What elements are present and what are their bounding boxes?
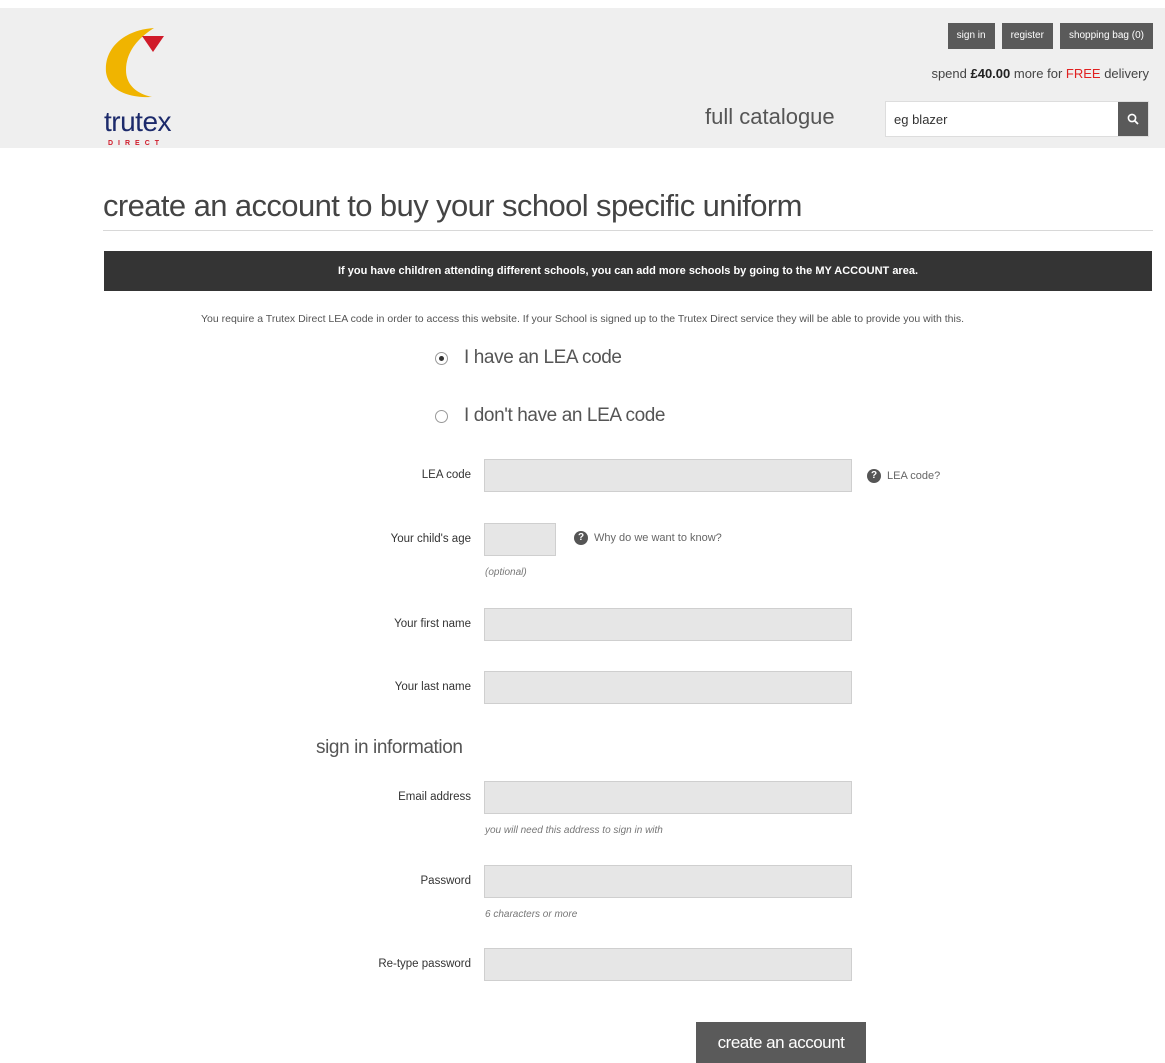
free-delivery-message: spend £40.00 more for FREE delivery [931,66,1149,81]
retype-password-label: Re-type password [378,958,471,970]
child-age-hint: (optional) [485,567,527,578]
site-header: trutex DIRECT sign in register shopping … [0,8,1165,148]
search-button[interactable] [1118,102,1148,136]
child-age-help-link[interactable]: ? Why do we want to know? [574,531,722,545]
search-icon [1127,113,1139,125]
email-hint: you will need this address to sign in wi… [485,825,663,836]
delivery-suffix: delivery [1104,66,1149,81]
password-label: Password [420,875,472,887]
logo-swoosh-icon [105,28,164,98]
option-label: I have an LEA code [464,347,622,368]
search-input[interactable] [886,102,1118,136]
page-title: create an account to buy your school spe… [103,188,802,223]
lea-code-notice: You require a Trutex Direct LEA code in … [201,313,964,325]
radio-have-lea-code[interactable] [435,351,448,365]
question-icon: ? [574,531,588,545]
help-text: Why do we want to know? [594,532,722,544]
child-age-input[interactable] [484,523,556,556]
register-button[interactable]: register [1001,23,1053,49]
last-name-label: Your last name [394,681,471,693]
info-banner: If you have children attending different… [104,251,1152,291]
password-hint: 6 characters or more [485,909,578,920]
option-label: I don't have an LEA code [464,405,666,426]
delivery-middle: more for [1013,66,1063,81]
last-name-input[interactable] [484,671,852,704]
email-label: Email address [398,791,471,803]
option-no-lea-code[interactable]: I don't have an LEA code [435,405,665,427]
sign-in-section-title: sign in information [316,737,463,758]
logo-wordmark: trutex [104,106,172,137]
delivery-free: FREE [1065,66,1101,81]
search-box [885,101,1149,137]
sign-in-button[interactable]: sign in [947,23,995,49]
shopping-bag-button[interactable]: shopping bag (0) [1059,23,1153,49]
full-catalogue-link[interactable]: full catalogue [705,104,835,130]
help-text: LEA code? [887,470,941,482]
lea-code-input[interactable] [484,459,852,492]
option-have-lea-code[interactable]: I have an LEA code [435,347,622,369]
logo-subtitle: DIRECT [108,140,165,147]
first-name-input[interactable] [484,608,852,641]
title-divider [103,230,1153,231]
first-name-label: Your first name [394,618,471,630]
child-age-label: Your child's age [390,533,471,545]
delivery-amount: £40.00 [970,66,1011,81]
retype-password-input[interactable] [484,948,852,981]
question-icon: ? [867,469,881,483]
create-account-button[interactable]: create an account [696,1022,866,1063]
password-input[interactable] [484,865,852,898]
account-nav: sign in register shopping bag (0) [947,23,1153,49]
email-input[interactable] [484,781,852,814]
radio-no-lea-code[interactable] [435,409,448,423]
trutex-logo[interactable]: trutex DIRECT [102,22,212,147]
lea-code-help-link[interactable]: ? LEA code? [867,469,940,483]
lea-code-label: LEA code [421,469,471,481]
delivery-prefix: spend [931,66,967,81]
